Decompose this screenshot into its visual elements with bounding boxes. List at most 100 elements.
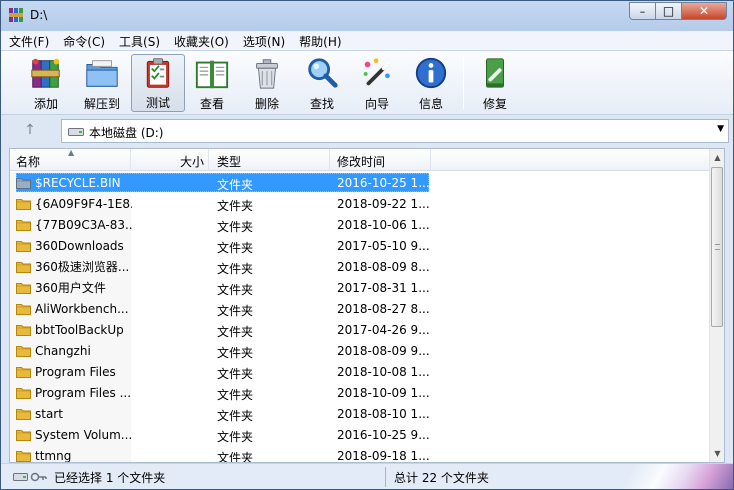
table-row[interactable]: ttmng 文件夹 2018-09-18 1...	[10, 445, 710, 463]
folder-icon	[16, 346, 31, 357]
column-header-name[interactable]: 名称 ▲	[10, 149, 131, 171]
up-arrow-icon[interactable]: ↑	[22, 122, 38, 138]
total-status: 总计 22 个文件夹	[394, 471, 489, 485]
table-row[interactable]: System Volum... 文件夹 2016-10-25 9...	[10, 424, 710, 445]
chevron-down-icon[interactable]: ▼	[717, 124, 724, 134]
size-header-label: 大小	[179, 155, 204, 169]
file-name-cell: Changzhi	[16, 342, 132, 359]
table-row[interactable]: Program Files 文件夹 2018-10-08 1...	[10, 361, 710, 382]
view-book-icon	[195, 60, 229, 89]
add-label: 添加	[33, 97, 58, 111]
find-button[interactable]: 查找	[295, 54, 349, 112]
scroll-grip	[715, 244, 720, 250]
find-label: 查找	[309, 97, 334, 111]
file-type: 文件夹	[217, 409, 254, 423]
file-name-cell: bbtToolBackUp	[16, 321, 132, 338]
maximize-button[interactable]: □	[655, 2, 682, 20]
file-name-cell: Program Files ...	[16, 384, 132, 401]
column-header-modified[interactable]: 修改时间	[330, 149, 431, 171]
winrar-window: D:\ – □ ✕ 文件(F) 命令(C) 工具(S) 收藏夹(O) 选项(N)…	[0, 0, 734, 490]
file-name: {6A09F9F4-1E8...	[35, 196, 132, 211]
table-row[interactable]: 360Downloads 文件夹 2017-05-10 9...	[10, 235, 710, 256]
file-name-cell: 360极速浏览器...	[16, 258, 132, 275]
repair-button[interactable]: 修复	[468, 54, 522, 112]
file-modified: 2017-08-31 1...	[337, 281, 430, 295]
test-label: 测试	[145, 96, 170, 110]
close-button[interactable]: ✕	[681, 2, 727, 20]
menu-favorites[interactable]: 收藏夹(O)	[166, 31, 235, 51]
file-list: 名称 ▲ 大小 类型 修改时间 $RECYCLE.BIN 文件夹 2016-10-2…	[9, 148, 725, 463]
file-modified: 2018-08-09 8...	[337, 260, 430, 274]
table-row[interactable]: $RECYCLE.BIN 文件夹 2016-10-25 1...	[10, 172, 710, 193]
file-type: 文件夹	[217, 178, 254, 192]
scroll-down-icon[interactable]: ▼	[710, 445, 724, 462]
status-drive-key-icon	[13, 472, 47, 482]
table-row[interactable]: 360用户文件 文件夹 2017-08-31 1...	[10, 277, 710, 298]
column-header-size[interactable]: 大小	[131, 149, 209, 171]
file-name-cell: System Volum...	[16, 426, 132, 443]
extract-to-button[interactable]: 解压到	[75, 54, 129, 112]
folder-icon	[16, 451, 31, 462]
folder-icon	[16, 283, 31, 294]
file-modified: 2016-10-25 9...	[337, 428, 430, 442]
menu-options[interactable]: 选项(N)	[235, 31, 291, 51]
scroll-thumb[interactable]	[711, 167, 723, 327]
file-modified: 2017-04-26 9...	[337, 323, 430, 337]
repair-icon	[486, 58, 504, 88]
sort-ascending-icon: ▲	[68, 148, 75, 157]
file-type: 文件夹	[217, 388, 254, 402]
extract-to-label: 解压到	[83, 97, 120, 111]
delete-button[interactable]: 删除	[240, 54, 294, 112]
menu-tools[interactable]: 工具(S)	[111, 31, 166, 51]
test-button[interactable]: 测试	[131, 54, 185, 112]
address-combobox[interactable]: 本地磁盘 (D:) ▼	[61, 119, 729, 143]
table-row[interactable]: {77B09C3A-83... 文件夹 2018-10-06 1...	[10, 214, 710, 235]
toolbar: 添加 解压到 测试 查看 删除 查找 向导 信息 修复	[1, 51, 733, 115]
folder-icon	[16, 409, 31, 420]
wizard-button[interactable]: 向导	[350, 54, 404, 112]
close-icon: ✕	[698, 4, 710, 18]
title-bar: D:\ – □ ✕	[1, 1, 733, 31]
table-row[interactable]: Program Files ... 文件夹 2018-10-09 1...	[10, 382, 710, 403]
type-header-label: 类型	[217, 155, 242, 169]
maximize-icon: □	[662, 4, 675, 18]
vertical-scrollbar[interactable]: ▲ ▼	[709, 149, 724, 462]
table-row[interactable]: bbtToolBackUp 文件夹 2017-04-26 9...	[10, 319, 710, 340]
folder-icon	[16, 262, 31, 273]
view-button[interactable]: 查看	[185, 54, 239, 112]
info-button[interactable]: 信息	[404, 54, 458, 112]
file-modified: 2018-08-27 8...	[337, 302, 430, 316]
file-type: 文件夹	[217, 304, 254, 318]
list-header: 名称 ▲ 大小 类型 修改时间	[10, 149, 710, 171]
minimize-button[interactable]: –	[629, 2, 656, 20]
add-button[interactable]: 添加	[19, 54, 73, 112]
winrar-app-icon[interactable]	[8, 7, 24, 23]
file-name: 360极速浏览器...	[35, 260, 130, 274]
minimize-icon: –	[639, 4, 646, 18]
column-header-type[interactable]: 类型	[209, 149, 330, 171]
file-type: 文件夹	[217, 220, 254, 234]
add-archive-icon	[31, 58, 60, 88]
view-label: 查看	[199, 97, 224, 111]
menu-file[interactable]: 文件(F)	[1, 31, 55, 51]
file-name: ttmng	[35, 448, 72, 463]
table-row[interactable]: {6A09F9F4-1E8... 文件夹 2018-09-22 1...	[10, 193, 710, 214]
file-name: 360用户文件	[35, 281, 106, 295]
table-row[interactable]: AliWorkbench... 文件夹 2018-08-27 8...	[10, 298, 710, 319]
delete-label: 删除	[254, 97, 279, 111]
table-row[interactable]: Changzhi 文件夹 2018-08-09 9...	[10, 340, 710, 361]
status-bar: 已经选择 1 个文件夹 总计 22 个文件夹	[1, 463, 733, 489]
menu-help[interactable]: 帮助(H)	[291, 31, 347, 51]
info-icon	[415, 57, 447, 89]
file-name-cell: ttmng	[16, 447, 132, 463]
file-type: 文件夹	[217, 346, 254, 360]
table-row[interactable]: start 文件夹 2018-08-10 1...	[10, 403, 710, 424]
modified-header-label: 修改时间	[337, 155, 386, 169]
menu-commands[interactable]: 命令(C)	[55, 31, 111, 51]
file-name: Changzhi	[35, 343, 91, 358]
file-name: Program Files ...	[35, 385, 132, 400]
folder-icon	[16, 367, 31, 378]
scroll-up-icon[interactable]: ▲	[710, 149, 724, 166]
table-row[interactable]: 360极速浏览器... 文件夹 2018-08-09 8...	[10, 256, 710, 277]
file-modified: 2018-08-09 9...	[337, 344, 430, 358]
